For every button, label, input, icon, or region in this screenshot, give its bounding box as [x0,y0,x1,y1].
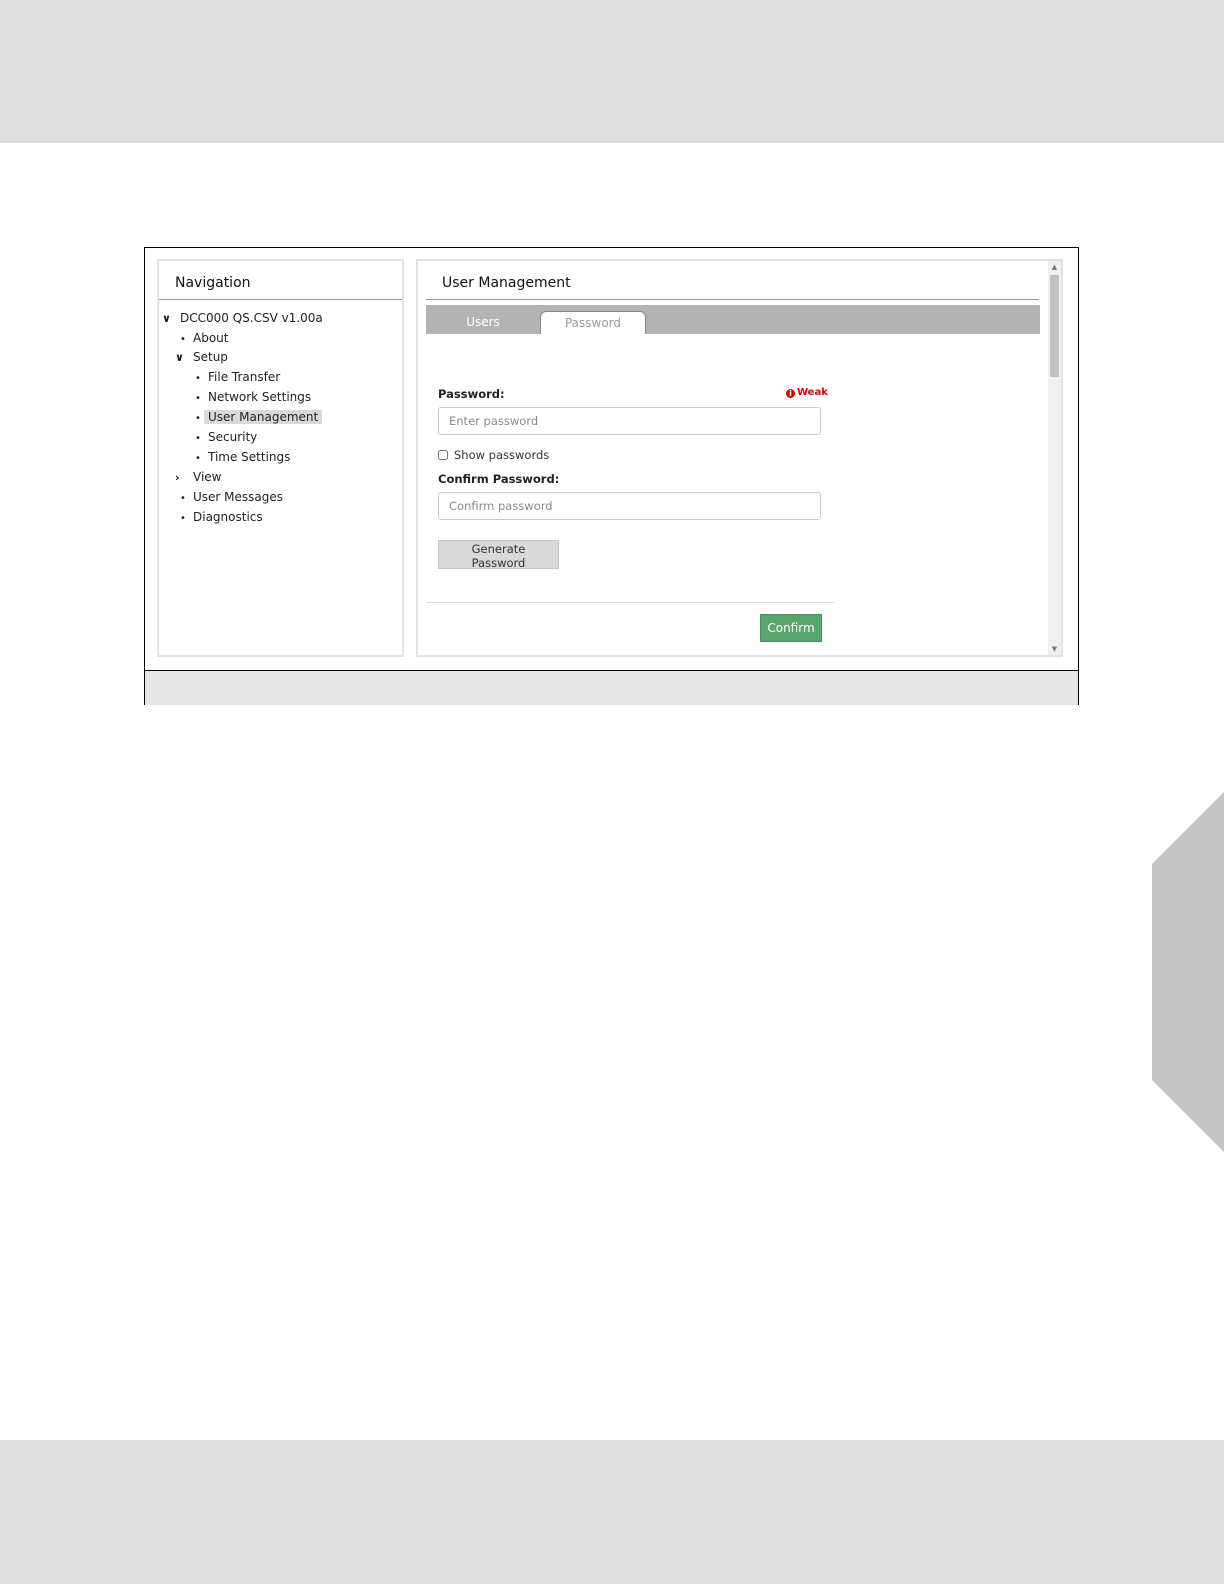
confirm-password-label: Confirm Password: [438,472,560,486]
status-bar [145,670,1078,705]
chevron-right-icon[interactable]: › [175,469,189,487]
nav-item-view[interactable]: › View [175,468,225,486]
confirm-button[interactable]: Confirm [760,614,822,642]
navigation-title: Navigation [175,275,251,291]
show-passwords-option[interactable]: Show passwords [438,447,549,463]
nav-item-security[interactable]: • Security [192,428,261,446]
bullet-icon: • [195,453,201,464]
tab-password[interactable]: Password [540,311,646,334]
show-passwords-label: Show passwords [454,448,550,462]
show-passwords-checkbox[interactable] [438,450,448,460]
nav-item-time-settings[interactable]: • Time Settings [192,448,294,466]
bullet-icon: • [195,373,201,384]
page-side-tab [1152,792,1224,1152]
nav-item-network-settings[interactable]: • Network Settings [192,388,315,406]
nav-item-device-root[interactable]: ∨ DCC000 QS.CSV v1.00a [162,309,327,327]
bullet-icon: • [180,334,186,345]
nav-item-diagnostics[interactable]: • Diagnostics [177,508,267,526]
page-header-band [0,0,1224,143]
password-input[interactable] [438,407,821,435]
nav-item-about[interactable]: • About [177,329,232,347]
page-footer-band [0,1440,1224,1584]
bullet-icon: • [195,413,201,424]
title-divider [426,299,1039,300]
nav-item-user-messages[interactable]: • User Messages [177,488,287,506]
password-strength-text: Weak [797,387,828,398]
password-strength-indicator: i Weak [786,387,828,398]
bullet-icon: • [180,493,186,504]
vertical-scrollbar[interactable]: ▲ ▼ [1048,261,1061,655]
navigation-panel: Navigation ∨ DCC000 QS.CSV v1.00a • About … [157,259,404,657]
screenshot-frame: Navigation ∨ DCC000 QS.CSV v1.00a • About … [144,247,1079,705]
password-label: Password: [438,387,505,401]
chevron-down-icon[interactable]: ∨ [162,310,176,328]
chevron-down-icon[interactable]: ∨ [175,349,189,367]
content-panel: User Management Users Password Password:… [416,259,1063,657]
scrollbar-thumb[interactable] [1050,275,1059,377]
nav-item-file-transfer[interactable]: • File Transfer [192,368,284,386]
form-divider [426,602,834,603]
tab-strip: Users Password [426,305,1040,334]
confirm-password-input[interactable] [438,492,821,520]
nav-item-user-management[interactable]: • User Management [192,408,323,426]
nav-item-setup[interactable]: ∨ Setup [175,348,232,366]
scroll-up-arrow-icon[interactable]: ▲ [1048,261,1061,273]
tab-users[interactable]: Users [426,311,540,334]
scroll-down-arrow-icon[interactable]: ▼ [1048,643,1061,655]
bullet-icon: • [195,433,201,444]
bullet-icon: • [180,513,186,524]
navigation-divider [159,299,402,300]
generate-password-button[interactable]: Generate Password [438,540,559,570]
info-circle-icon: i [786,389,795,398]
page-title: User Management [442,275,571,291]
bullet-icon: • [195,393,201,404]
